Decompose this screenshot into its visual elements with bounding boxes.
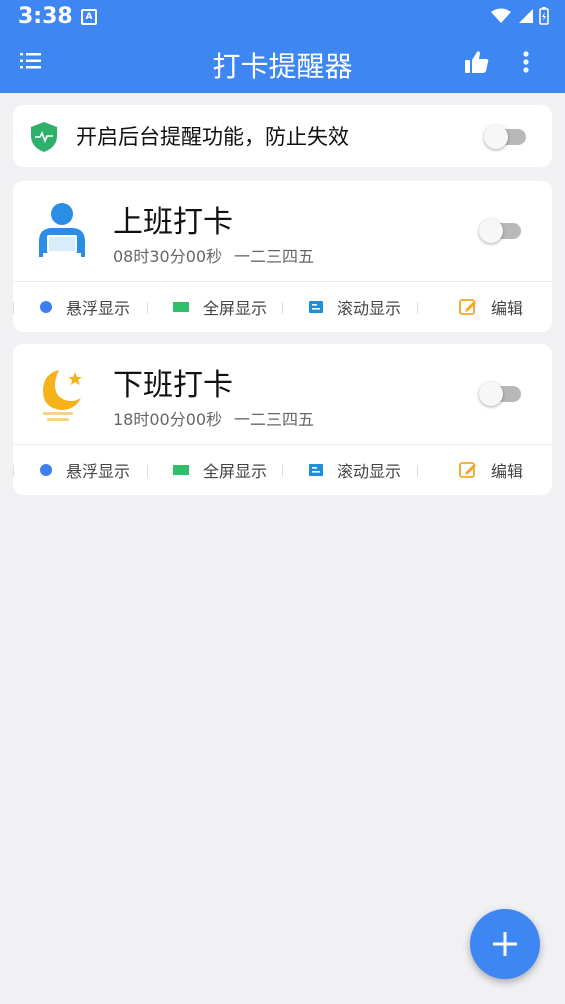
fullscreen-display-label: 全屏显示 (203, 299, 268, 318)
background-reminder-label: 开启后台提醒功能，防止失效 (76, 125, 349, 149)
alarm-card-work-end[interactable]: 下班打卡 18时00分00秒 一二三四五 悬浮显示 全屏显示 滚动显示 编辑 (13, 344, 552, 495)
separator (417, 302, 418, 314)
alarm-time: 18时00分00秒 (113, 410, 223, 429)
separator (13, 465, 14, 477)
alarm-toggle[interactable] (479, 382, 521, 406)
separator (417, 465, 418, 477)
add-alarm-button[interactable] (470, 909, 540, 979)
edit-icon (459, 461, 477, 479)
separator (147, 302, 148, 314)
edit-label: 编辑 (491, 462, 524, 481)
background-reminder-toggle[interactable] (484, 125, 526, 149)
thumbs-up-icon[interactable] (464, 49, 490, 79)
alarm-days: 一二三四五 (234, 247, 315, 266)
float-display-button[interactable]: 悬浮显示 (40, 445, 130, 495)
scroll-icon (309, 301, 323, 313)
alarm-name: 上班打卡 (113, 205, 233, 240)
separator (282, 465, 283, 477)
status-time: 3:38 (18, 4, 73, 29)
scroll-display-label: 滚动显示 (337, 299, 402, 318)
worker-icon (35, 201, 89, 263)
edit-button[interactable]: 编辑 (459, 282, 523, 332)
fullscreen-icon (173, 302, 189, 312)
status-bar: 3:38 A (0, 0, 565, 33)
battery-icon (539, 7, 549, 25)
background-reminder-card: 开启后台提醒功能，防止失效 (13, 105, 552, 167)
separator (282, 302, 283, 314)
dot-icon (40, 464, 52, 476)
alarm-name: 下班打卡 (113, 368, 233, 403)
signal-icon (519, 9, 533, 23)
status-indicators (491, 7, 549, 25)
alarm-actions: 悬浮显示 全屏显示 滚动显示 编辑 (13, 445, 552, 495)
float-display-button[interactable]: 悬浮显示 (40, 282, 130, 332)
float-display-label: 悬浮显示 (66, 299, 131, 318)
alarm-days: 一二三四五 (234, 410, 315, 429)
fullscreen-icon (173, 465, 189, 475)
scroll-icon (309, 464, 323, 476)
edit-button[interactable]: 编辑 (459, 445, 523, 495)
app-bar: 打卡提醒器 (0, 33, 565, 93)
dot-icon (40, 301, 52, 313)
wifi-icon (491, 8, 511, 23)
fullscreen-display-label: 全屏显示 (203, 462, 268, 481)
separator (13, 302, 14, 314)
scroll-display-button[interactable]: 滚动显示 (309, 282, 401, 332)
fullscreen-display-button[interactable]: 全屏显示 (173, 445, 267, 495)
alarm-card-work-start[interactable]: 上班打卡 08时30分00秒 一二三四五 悬浮显示 全屏显示 滚动显示 编辑 (13, 181, 552, 332)
plus-icon (493, 932, 517, 956)
scroll-display-button[interactable]: 滚动显示 (309, 445, 401, 495)
moon-icon (35, 364, 89, 426)
float-display-label: 悬浮显示 (66, 462, 131, 481)
alarm-actions: 悬浮显示 全屏显示 滚动显示 编辑 (13, 282, 552, 332)
more-vertical-icon[interactable] (522, 49, 530, 79)
alarm-toggle[interactable] (479, 219, 521, 243)
shield-icon (30, 121, 58, 157)
edit-label: 编辑 (491, 299, 524, 318)
alarm-time: 08时30分00秒 (113, 247, 223, 266)
notification-icon: A (81, 9, 97, 25)
scroll-display-label: 滚动显示 (337, 462, 402, 481)
fullscreen-display-button[interactable]: 全屏显示 (173, 282, 267, 332)
separator (147, 465, 148, 477)
edit-icon (459, 298, 477, 316)
